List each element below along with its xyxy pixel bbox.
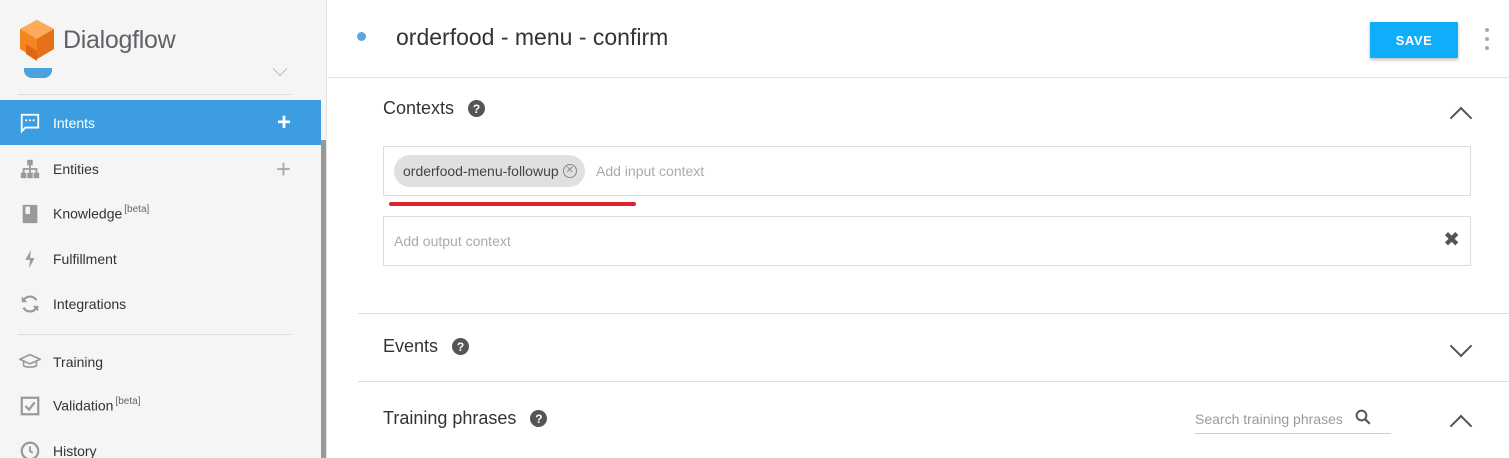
divider bbox=[358, 313, 1509, 314]
sidebar-item-label: Fulfillment bbox=[53, 250, 117, 267]
beta-badge: [beta] bbox=[124, 204, 150, 216]
add-intent-button[interactable]: + bbox=[277, 110, 291, 135]
search-placeholder: Search training phrases bbox=[1195, 411, 1343, 427]
sidebar-item-intents[interactable]: Intents + bbox=[0, 100, 321, 145]
remove-chip-icon[interactable]: ✕ bbox=[562, 164, 577, 178]
book-icon bbox=[18, 202, 42, 226]
intent-header: orderfood - menu - confirm SAVE bbox=[327, 0, 1509, 78]
sidebar-item-label: Intents bbox=[53, 114, 96, 131]
chevron-up-icon[interactable] bbox=[1449, 414, 1473, 438]
sidebar-item-label: Training bbox=[53, 353, 104, 370]
add-entity-button[interactable]: + bbox=[276, 156, 291, 182]
contexts-title: Contexts bbox=[383, 98, 455, 118]
help-icon[interactable]: ? bbox=[452, 338, 470, 355]
save-button[interactable]: SAVE bbox=[1370, 22, 1458, 58]
agent-selector[interactable] bbox=[24, 68, 52, 78]
sync-icon bbox=[18, 292, 42, 316]
divider bbox=[18, 94, 291, 95]
sidebar: Dialogflow Intents + Entities + Knowledg… bbox=[0, 0, 327, 458]
sidebar-item-history[interactable]: History bbox=[0, 428, 321, 458]
context-chip: orderfood-menu-followup ✕ bbox=[394, 155, 585, 187]
sidebar-item-entities[interactable]: Entities + bbox=[0, 146, 321, 191]
chip-label: orderfood-menu-followup bbox=[403, 163, 559, 179]
sidebar-scrollbar[interactable] bbox=[321, 140, 326, 458]
help-icon[interactable]: ? bbox=[530, 410, 548, 427]
annotation-underline bbox=[389, 202, 636, 206]
contexts-section-title[interactable]: Contexts ? bbox=[383, 98, 486, 119]
divider bbox=[18, 334, 291, 335]
divider bbox=[358, 381, 1509, 382]
sidebar-item-label: Integrations bbox=[53, 295, 127, 312]
output-context-placeholder: Add output context bbox=[394, 233, 511, 249]
status-dot bbox=[357, 32, 366, 41]
input-context-placeholder: Add input context bbox=[596, 163, 705, 179]
search-training-phrases-input[interactable]: Search training phrases bbox=[1195, 404, 1391, 434]
search-icon[interactable] bbox=[1354, 408, 1372, 426]
sidebar-item-label: Knowledge bbox=[53, 205, 123, 222]
intent-name[interactable]: orderfood - menu - confirm bbox=[396, 24, 668, 51]
sidebar-item-label: Entities bbox=[53, 160, 99, 177]
checkbox-icon bbox=[18, 394, 42, 418]
training-phrases-section-title[interactable]: Training phrases ? bbox=[383, 408, 548, 429]
input-context-field[interactable]: orderfood-menu-followup ✕ Add input cont… bbox=[383, 146, 1471, 196]
chevron-up-icon[interactable] bbox=[1449, 106, 1473, 130]
beta-badge: [beta] bbox=[115, 396, 141, 408]
hierarchy-icon bbox=[18, 157, 42, 181]
sidebar-item-validation[interactable]: Validation [beta] bbox=[0, 383, 321, 428]
clock-icon bbox=[18, 439, 42, 458]
lightning-icon bbox=[18, 247, 42, 271]
output-context-field[interactable]: Add output context ✖ bbox=[383, 216, 1471, 266]
more-vert-icon[interactable] bbox=[1482, 28, 1492, 50]
chat-bubble-icon bbox=[18, 111, 42, 135]
dialogflow-logo[interactable]: Dialogflow bbox=[18, 18, 176, 62]
dialogflow-logo-icon bbox=[20, 20, 54, 61]
sidebar-item-training[interactable]: Training bbox=[0, 339, 321, 384]
chevron-down-icon[interactable] bbox=[1449, 334, 1473, 358]
events-title: Events bbox=[383, 336, 439, 356]
clear-icon[interactable]: ✖ bbox=[1443, 230, 1460, 250]
graduation-cap-icon bbox=[18, 350, 42, 374]
events-section-title[interactable]: Events ? bbox=[383, 336, 470, 357]
help-icon[interactable]: ? bbox=[468, 100, 486, 117]
sidebar-item-knowledge[interactable]: Knowledge [beta] bbox=[0, 191, 321, 236]
app-name: Dialogflow bbox=[63, 25, 176, 54]
sidebar-item-fulfillment[interactable]: Fulfillment bbox=[0, 236, 321, 281]
sidebar-item-integrations[interactable]: Integrations bbox=[0, 281, 321, 326]
sidebar-item-label: Validation bbox=[53, 397, 114, 414]
training-phrases-title: Training phrases bbox=[383, 408, 517, 428]
chevron-down-icon[interactable] bbox=[272, 61, 288, 77]
sidebar-item-label: History bbox=[53, 442, 97, 458]
